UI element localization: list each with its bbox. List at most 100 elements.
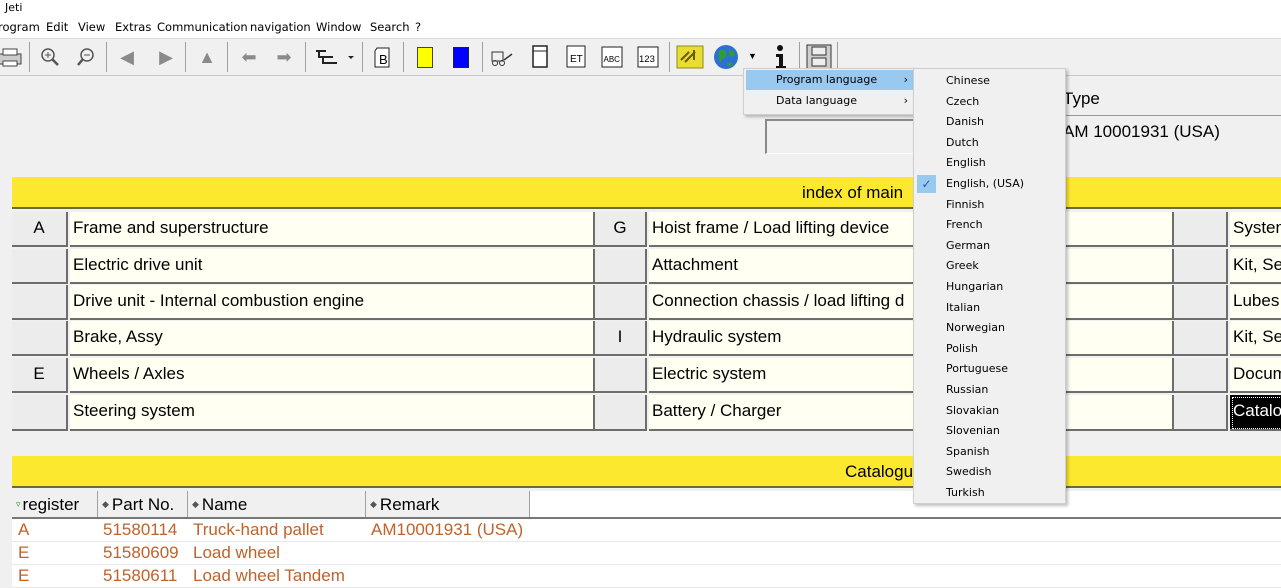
language-option[interactable]: Danish <box>914 112 1065 132</box>
language-option[interactable]: Italian <box>914 298 1065 318</box>
previous-button[interactable]: ◀ <box>113 43 141 71</box>
column-header-remark[interactable]: ◆ Remark <box>366 491 530 517</box>
menu-help[interactable]: ? <box>415 20 421 34</box>
blue-color-button[interactable] <box>447 43 475 71</box>
language-option[interactable]: Finnish <box>914 195 1065 215</box>
blue-color-icon <box>453 46 469 68</box>
index-item[interactable]: Docum <box>1230 358 1281 393</box>
archive-button[interactable] <box>805 43 833 71</box>
forklift-button[interactable] <box>488 43 516 71</box>
language-option[interactable]: Norwegian <box>914 318 1065 338</box>
abc-icon: ABC <box>601 46 623 68</box>
column-header-name[interactable]: ◆ Name <box>188 491 366 517</box>
language-option[interactable]: Swedish <box>914 462 1065 482</box>
column-header-register[interactable]: ▿ register <box>12 491 98 517</box>
index-item[interactable]: Drive unit - Internal combustion engine <box>70 285 595 320</box>
index-item[interactable]: Kit, Se <box>1230 249 1281 284</box>
next-button[interactable]: ▶ <box>152 43 180 71</box>
language-option[interactable]: Russian <box>914 380 1065 400</box>
table-row[interactable]: E 51580611 Load wheel Tandem <box>12 565 1281 588</box>
index-item[interactable]: Battery / Charger <box>649 395 1174 431</box>
index-item[interactable]: Hydraulic system <box>649 321 1174 356</box>
language-option[interactable]: Polish <box>914 339 1065 359</box>
menu-program[interactable]: rogram <box>0 20 40 34</box>
language-label: Russian <box>946 383 989 396</box>
back-button[interactable]: ⬅ <box>235 43 263 71</box>
index-item[interactable]: Hoist frame / Load lifting device <box>649 212 1174 247</box>
index-item[interactable]: Catalo <box>1230 395 1281 431</box>
up-button[interactable]: ▲ <box>193 43 221 71</box>
toolbar-separator <box>227 42 228 72</box>
print-button[interactable] <box>0 43 24 71</box>
column-header-label: Remark <box>379 495 440 514</box>
language-option[interactable]: French <box>914 215 1065 235</box>
menu-window[interactable]: Window <box>316 20 361 34</box>
index-item[interactable]: Connection chassis / load lifting d <box>649 285 1174 320</box>
language-option[interactable]: Greek <box>914 256 1065 276</box>
toolbar-separator <box>362 42 363 72</box>
menu-communication[interactable]: Communication <box>157 20 248 34</box>
menu-item-label: Data language <box>776 94 857 107</box>
index-item[interactable]: Wheels / Axles <box>70 358 595 393</box>
forklift-yellow-button[interactable] <box>676 43 704 71</box>
sort-down-icon: ▿ <box>16 499 21 509</box>
abc-button[interactable]: ABC <box>598 43 626 71</box>
column-header-part-no[interactable]: ◆ Part No. <box>98 491 188 517</box>
catalogue-column-headers: ▿ register ◆ Part No. ◆ Name ◆ Remark <box>12 491 1281 519</box>
et-icon: ET <box>566 45 586 68</box>
language-option[interactable]: Slovenian <box>914 421 1065 441</box>
tree-view-icon <box>316 50 354 64</box>
column-header-label: register <box>22 495 80 514</box>
table-row[interactable]: A 51580114 Truck-hand pallet AM10001931 … <box>12 519 1281 542</box>
language-option[interactable]: ✓ English, (USA) <box>914 174 1065 194</box>
language-option[interactable]: Portuguese <box>914 359 1065 379</box>
globe-dropdown-icon[interactable]: ▼ <box>748 51 757 61</box>
menu-edit[interactable]: Edit <box>46 20 68 34</box>
index-item[interactable]: Steering system <box>70 395 595 431</box>
index-item[interactable]: Electric system <box>649 358 1174 393</box>
up-triangle-icon: ▲ <box>198 46 216 67</box>
toolbar-separator <box>482 42 483 72</box>
b-document-button[interactable]: B <box>369 43 397 71</box>
index-item[interactable]: Systen <box>1230 212 1281 247</box>
menu-search[interactable]: Search <box>370 20 410 34</box>
index-item[interactable]: Electric drive unit <box>70 249 595 284</box>
yellow-color-button[interactable] <box>411 43 439 71</box>
number-button[interactable]: 123 <box>634 43 662 71</box>
menu-item-program-language[interactable]: Program language › <box>746 70 914 90</box>
tree-view-dropdown[interactable] <box>313 43 357 71</box>
menu-extras[interactable]: Extras <box>115 20 151 34</box>
language-label: Dutch <box>946 135 979 149</box>
globe-language-button[interactable] <box>712 43 740 71</box>
language-option[interactable]: Chinese <box>914 71 1065 91</box>
language-option[interactable]: Hungarian <box>914 277 1065 297</box>
language-label: Hungarian <box>946 280 1004 293</box>
index-letter <box>12 321 68 356</box>
index-item[interactable]: Kit, Se <box>1230 321 1281 356</box>
language-option[interactable]: English <box>914 153 1065 173</box>
menu-navigation[interactable]: navigation <box>250 20 311 34</box>
index-item[interactable]: Lubes <box>1230 285 1281 320</box>
menu-item-data-language[interactable]: Data language › <box>746 91 914 111</box>
cabinet-button[interactable] <box>526 43 554 71</box>
cell-register: E <box>18 566 30 585</box>
language-option[interactable]: German <box>914 236 1065 256</box>
info-button[interactable] <box>766 43 794 71</box>
zoom-in-button[interactable] <box>36 43 64 71</box>
language-option[interactable]: Spanish <box>914 442 1065 462</box>
menu-view[interactable]: View <box>78 20 105 34</box>
forward-button[interactable]: ➡ <box>270 43 298 71</box>
table-row[interactable]: E 51580609 Load wheel <box>12 542 1281 565</box>
index-item[interactable]: Brake, Assy <box>70 321 595 356</box>
language-label: English <box>946 156 986 170</box>
language-option[interactable]: Turkish <box>914 483 1065 503</box>
language-option[interactable]: Slovakian <box>914 401 1065 421</box>
index-item[interactable]: Attachment <box>649 249 1174 284</box>
index-item[interactable]: Frame and superstructure <box>70 212 595 247</box>
et-button[interactable]: ET <box>562 43 590 71</box>
b-document-icon: B <box>374 47 390 68</box>
zoom-out-button[interactable] <box>72 43 100 71</box>
language-option[interactable]: Czech <box>914 92 1065 112</box>
language-option[interactable]: Dutch <box>914 133 1065 153</box>
language-label: English, (USA) <box>946 177 1025 190</box>
